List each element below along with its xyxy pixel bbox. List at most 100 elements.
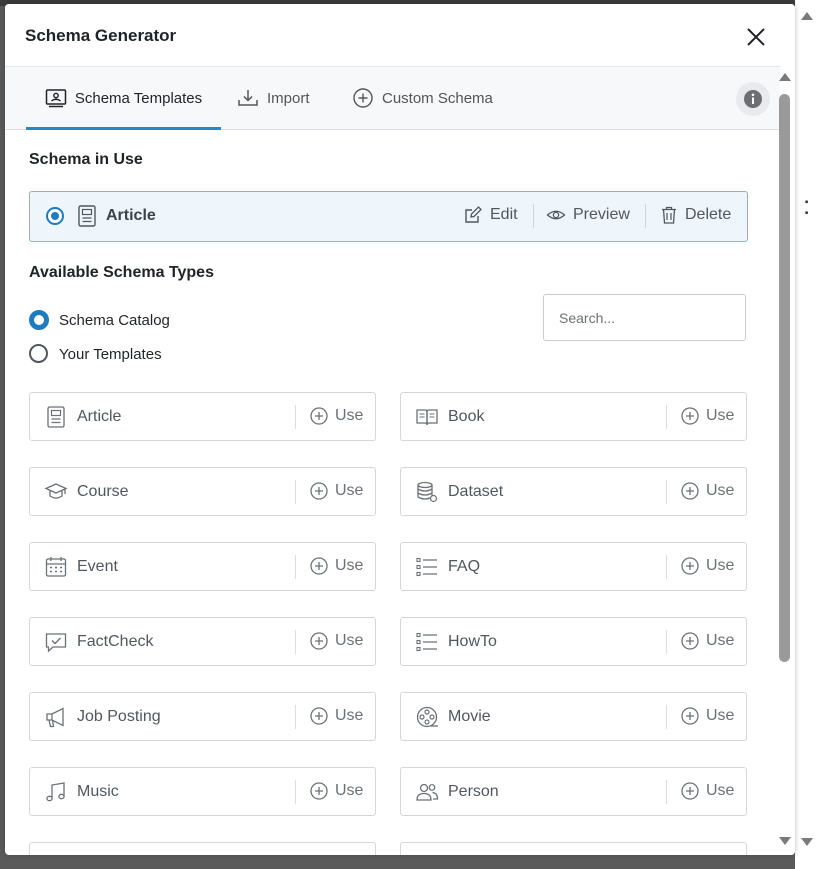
schema-catalog-label: Schema Catalog <box>59 312 170 329</box>
use-button[interactable]: Use <box>680 406 734 426</box>
tab-import[interactable]: Import <box>237 67 310 129</box>
info-icon <box>744 90 762 108</box>
schema-card-name: Job Posting <box>77 708 161 725</box>
schema-card-course: Course Use <box>29 467 376 516</box>
schema-card-factcheck: FactCheck Use <box>29 617 376 666</box>
use-button[interactable]: Use <box>680 631 734 651</box>
film-reel-icon <box>416 706 438 728</box>
use-button[interactable]: Use <box>680 556 734 576</box>
book-icon <box>416 409 438 426</box>
schema-card-howto: HowTo Use <box>400 617 747 666</box>
plus-circle-icon <box>310 482 328 500</box>
plus-circle-icon <box>681 782 699 800</box>
dataset-icon <box>417 481 438 503</box>
use-button[interactable]: Use <box>309 406 363 426</box>
use-label: Use <box>706 407 735 424</box>
schema-card-name: FactCheck <box>77 633 154 650</box>
use-button[interactable]: Use <box>309 706 363 726</box>
schema-card-dataset: Dataset Use <box>400 467 747 516</box>
use-button[interactable]: Use <box>309 556 363 576</box>
plus-circle-icon <box>310 557 328 575</box>
delete-button[interactable]: Delete <box>660 205 731 225</box>
schema-card-name: Article <box>77 408 122 425</box>
divider <box>295 555 296 579</box>
course-icon <box>44 483 68 499</box>
schema-card-name: Music <box>77 783 119 800</box>
use-label: Use <box>335 557 364 574</box>
schema-card-job-posting: Job Posting Use <box>29 692 376 741</box>
use-label: Use <box>335 482 364 499</box>
tab-custom-schema[interactable]: Custom Schema <box>352 67 493 129</box>
info-button[interactable] <box>736 82 770 116</box>
modal-header: Schema Generator <box>5 4 795 66</box>
schema-in-use-name: Article <box>106 207 156 224</box>
factcheck-icon <box>45 633 67 653</box>
use-label: Use <box>335 782 364 799</box>
divider <box>295 705 296 729</box>
page-scroll-up-icon[interactable] <box>800 10 814 22</box>
divider <box>666 405 667 429</box>
scroll-up-arrow-icon[interactable] <box>778 71 792 83</box>
schema-card-name: HowTo <box>448 633 497 650</box>
list-icon <box>416 557 437 577</box>
divider <box>666 630 667 654</box>
schema-card-article: Article Use <box>29 392 376 441</box>
use-label: Use <box>335 407 364 424</box>
use-button[interactable]: Use <box>309 631 363 651</box>
use-button[interactable]: Use <box>680 481 734 501</box>
plus-circle-icon <box>310 407 328 425</box>
use-label: Use <box>706 782 735 799</box>
divider <box>295 780 296 804</box>
divider <box>666 555 667 579</box>
tab-label: Custom Schema <box>382 89 493 107</box>
schema-card-person: Person Use <box>400 767 747 816</box>
tab-schema-templates[interactable]: Schema Templates <box>26 67 221 130</box>
available-schema-types-heading: Available Schema Types <box>29 264 214 281</box>
edit-button[interactable]: Edit <box>463 205 518 225</box>
import-icon <box>238 90 258 106</box>
plus-circle-icon <box>681 707 699 725</box>
schema-card-partial <box>400 842 747 855</box>
schema-catalog-radio[interactable] <box>29 310 49 330</box>
divider <box>645 204 646 228</box>
tab-label: Import <box>267 89 310 107</box>
use-button[interactable]: Use <box>309 781 363 801</box>
divider <box>295 480 296 504</box>
preview-button[interactable]: Preview <box>546 205 630 225</box>
delete-label: Delete <box>685 206 732 223</box>
use-label: Use <box>706 557 735 574</box>
schema-search-input[interactable] <box>543 294 746 341</box>
edit-icon <box>465 206 482 223</box>
scroll-down-arrow-icon[interactable] <box>778 835 792 847</box>
use-label: Use <box>335 632 364 649</box>
divider <box>666 705 667 729</box>
your-templates-radio[interactable] <box>29 344 48 363</box>
modal-title: Schema Generator <box>25 26 177 45</box>
schema-card-name: Book <box>448 408 485 425</box>
schema-in-use-radio[interactable] <box>46 207 64 225</box>
page-scroll-down-icon[interactable] <box>800 836 814 848</box>
edit-label: Edit <box>490 206 518 223</box>
plus-circle-icon <box>310 707 328 725</box>
template-icon <box>45 89 67 108</box>
article-icon <box>47 406 65 428</box>
use-label: Use <box>706 707 735 724</box>
divider <box>533 204 534 228</box>
divider <box>295 405 296 429</box>
plus-circle-icon <box>681 407 699 425</box>
tab-bar: Schema Templates Import Custom Schema <box>5 66 780 130</box>
close-button[interactable] <box>741 22 771 52</box>
use-button[interactable]: Use <box>309 481 363 501</box>
plus-circle-icon <box>353 88 373 108</box>
schema-card-movie: Movie Use <box>400 692 747 741</box>
use-label: Use <box>335 707 364 724</box>
schema-card-book: Book Use <box>400 392 747 441</box>
schema-card-name: Person <box>448 783 499 800</box>
use-button[interactable]: Use <box>680 706 734 726</box>
schema-card-event: Event Use <box>29 542 376 591</box>
use-button[interactable]: Use <box>680 781 734 801</box>
scrollbar-thumb[interactable] <box>779 94 790 662</box>
plus-circle-icon <box>310 782 328 800</box>
plus-circle-icon <box>681 557 699 575</box>
divider <box>666 480 667 504</box>
